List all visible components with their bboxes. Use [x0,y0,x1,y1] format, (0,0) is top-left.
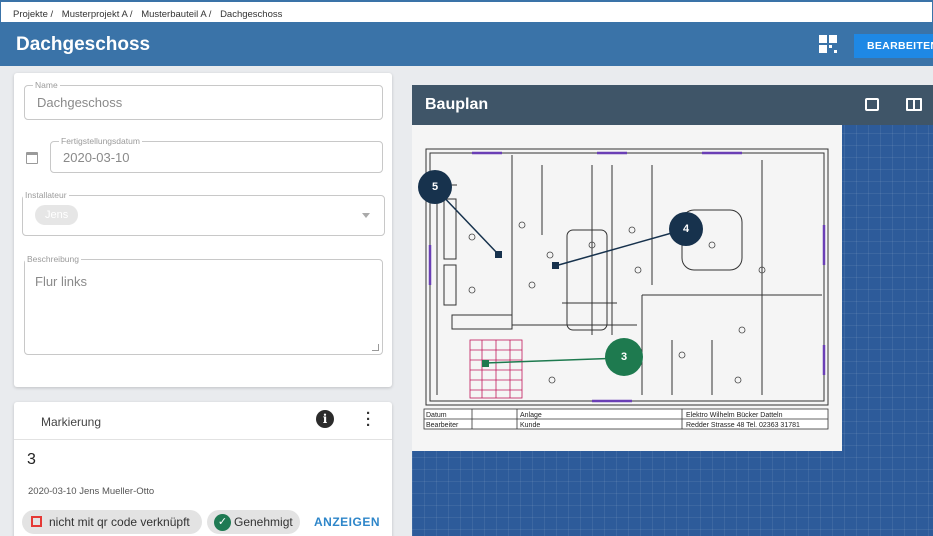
description-label: Beschreibung [25,254,81,264]
details-card: Name Dachgeschoss Fertigstellungsdatum 2… [14,73,392,387]
qr-code-icon [31,516,42,527]
chevron-down-icon[interactable] [362,213,370,218]
titleblock-datum: Datum [426,412,447,419]
more-vert-icon[interactable]: · · · [366,406,371,433]
titleblock-bearbeiter: Bearbeiter [426,422,459,429]
qr-code-icon[interactable] [819,35,837,53]
marker-card: Markierung i · · · 3 2020-03-10 Jens Muell… [14,402,392,536]
marker-3-anchor[interactable] [482,360,489,367]
floor-plan-drawing: Datum Bearbeiter Anlage Kunde Elektro Wi… [412,148,842,451]
marker-4-anchor[interactable] [552,262,559,269]
approved-chip[interactable]: ✓ Genehmigt [207,510,300,534]
approved-label: Genehmigt [234,515,293,529]
edit-button[interactable]: BEARBEITEN [854,34,933,58]
description-value: Flur links [35,274,88,289]
qr-status-label: nicht mit qr code verknüpft [49,515,190,529]
name-label: Name [33,80,60,90]
floor-plan-image[interactable]: Datum Bearbeiter Anlage Kunde Elektro Wi… [412,125,842,451]
marker-5-anchor[interactable] [495,251,502,258]
completion-date-field[interactable]: Fertigstellungsdatum 2020-03-10 [50,136,383,173]
book-icon[interactable] [906,98,922,111]
titleblock-kunde: Kunde [520,422,540,429]
installer-select[interactable]: Installateur Jens [22,190,385,236]
app-bar: Dachgeschoss BEARBEITEN [0,22,933,66]
qr-status-chip[interactable]: nicht mit qr code verknüpft [22,510,202,534]
breadcrumb-current: Dachgeschoss [220,9,283,20]
installer-label: Installateur [23,190,69,200]
breadcrumb: Projekte / Musterprojekt A / Musterbaute… [0,0,933,22]
titleblock-address: Redder Strasse 48 Tel. 02363 31781 [686,422,800,429]
marker-5[interactable]: 5 [418,170,452,204]
titleblock-anlage: Anlage [520,412,542,419]
description-field[interactable]: Beschreibung Flur links [24,254,383,355]
divider [14,439,392,440]
plan-panel: Bauplan Datum Bearbeiter Anlage Kunde El… [412,85,933,536]
info-icon[interactable]: i [316,410,334,428]
show-button[interactable]: ANZEIGEN [314,515,380,529]
breadcrumb-project[interactable]: Musterprojekt A / [62,9,133,20]
marker-meta: 2020-03-10 Jens Mueller-Otto [28,486,155,497]
check-circle-icon: ✓ [214,514,231,531]
plan-title: Bauplan [425,96,489,113]
breadcrumb-building-part[interactable]: Musterbauteil A / [141,9,211,20]
installer-chip[interactable]: Jens [35,205,79,225]
name-field[interactable]: Name Dachgeschoss [24,80,383,120]
completion-date-label: Fertigstellungsdatum [59,136,142,146]
name-value: Dachgeschoss [37,95,123,110]
titleblock-company: Elektro Wilhelm Bücker Datteln [686,412,783,419]
marker-4[interactable]: 4 [669,212,703,246]
breadcrumb-projects[interactable]: Projekte / [13,9,53,20]
marker-card-title: Markierung [41,415,102,429]
page-title: Dachgeschoss [16,34,151,55]
fit-screen-icon[interactable] [865,98,879,111]
calendar-icon[interactable] [26,152,38,164]
marker-3[interactable]: 3 [605,338,643,376]
marker-number: 3 [27,451,36,468]
plan-header: Bauplan [412,85,933,125]
completion-date-value: 2020-03-10 [63,150,130,165]
resize-handle-icon[interactable] [372,344,379,351]
